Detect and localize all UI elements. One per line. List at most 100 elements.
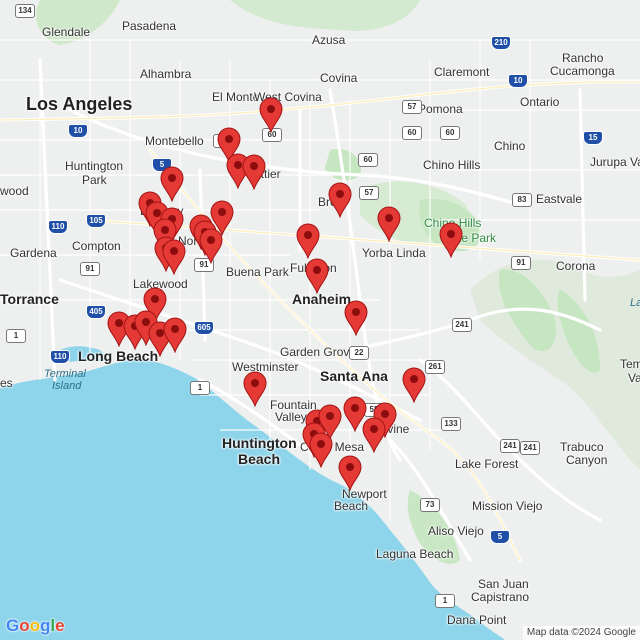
map-marker-whittier[interactable] [242,154,266,191]
map-pin-icon [296,223,320,260]
place-label-glendale: Glendale [42,25,91,39]
map-marker-long-beach[interactable] [163,317,187,354]
place-label-jurupa-valley: Jurupa Valley [590,155,640,169]
map-marker-anaheim[interactable] [305,258,329,295]
map-marker-chino-hills[interactable] [439,222,463,259]
map-marker-yorba-linda[interactable] [377,206,401,243]
route-shield-134: 134 [15,4,35,18]
map-marker-fountain-valley[interactable] [243,371,267,408]
place-label-azusa: Azusa [312,33,346,47]
map-marker-lakewood[interactable] [162,239,186,276]
place-label-capistrano: Capistrano [471,590,530,604]
map-pin-icon [242,154,266,191]
place-label-es: es [0,376,13,390]
route-shield-261: 261 [425,360,445,374]
map-marker-fullerton[interactable] [296,223,320,260]
route-shield-57: 57 [402,100,422,114]
place-label-gardena: Gardena [10,246,57,260]
map-pin-icon [160,166,184,203]
place-label-yorba-linda: Yorba Linda [362,246,426,260]
place-label-beach: Beach [334,499,369,513]
route-shield-1: 1 [435,594,455,608]
route-shield-110: 110 [50,350,70,364]
place-label-covina: Covina [320,71,358,85]
logo-letter: o [29,616,41,635]
place-label-huntington: Huntington [65,159,124,173]
place-label-long-beach: Long Beach [78,348,159,364]
route-shield-105: 105 [86,214,106,228]
place-label-lak: Lak [630,297,640,309]
map-marker-norwalk[interactable] [199,228,223,265]
place-label-anaheim: Anaheim [292,291,352,307]
map-pin-icon [309,432,333,469]
place-label-trabuco: Trabuco [560,440,604,454]
place-label-montebello: Montebello [145,134,204,148]
place-label-island: Island [52,380,82,392]
place-label-mission-viejo: Mission Viejo [472,499,543,513]
route-shield-133: 133 [441,417,461,431]
route-shield-10: 10 [68,124,88,138]
route-shield-605: 605 [194,321,214,335]
map-pin-icon [344,300,368,337]
place-label-cucamonga: Cucamonga [550,64,615,78]
place-label-canyon: Canyon [566,453,608,467]
route-shield-83: 83 [512,193,532,207]
map-pin-icon [259,97,283,134]
route-shield-91: 91 [511,256,531,270]
map-marker-downey[interactable] [160,166,184,203]
route-shield-241: 241 [520,441,540,455]
place-label-terminal: Terminal [44,368,86,380]
map-pin-icon [377,206,401,243]
route-shield-241: 241 [452,318,472,332]
place-label-claremont: Claremont [434,65,490,79]
map-marker-newport-beach[interactable] [338,455,362,492]
map-pin-icon [199,228,223,265]
map-pin-icon [328,182,352,219]
logo-letter: g [40,616,51,635]
route-shield-110: 110 [48,220,68,234]
map-pin-icon [243,371,267,408]
place-label-wood: wood [0,184,29,198]
map-canvas[interactable]: Glendale Pasadena Azusa Rancho Cucamonga Alha… [0,0,640,640]
place-label-garden-grove: Garden Grove [280,345,357,359]
google-logo: Google [6,616,65,636]
place-label-torrance: Torrance [0,291,59,307]
place-label-pasadena: Pasadena [122,19,177,33]
route-shield-1: 1 [190,381,210,395]
route-shield-91: 91 [80,262,100,276]
place-label-lake-forest: Lake Forest [455,457,519,471]
route-shield-405: 405 [86,305,106,319]
map-pin-icon [162,239,186,276]
map-pin-icon [163,317,187,354]
map-pin-icon [362,417,386,454]
route-shield-15: 15 [583,131,603,145]
route-shield-210: 210 [491,36,511,50]
park-area [230,0,420,31]
map-attribution: Map data ©2024 Google [522,626,640,640]
place-label-beach: Beach [238,451,281,467]
map-pin-icon [439,222,463,259]
map-marker-costa-mesa[interactable] [309,432,333,469]
place-label-alhambra: Alhambra [140,67,192,81]
route-shield-1: 1 [6,329,26,343]
logo-letter: o [19,616,30,635]
place-label-el-monte: El Monte [212,90,260,104]
route-shield-57: 57 [359,186,379,200]
route-shield-10: 10 [508,74,528,88]
map-marker-santa-ana[interactable] [402,367,426,404]
route-shield-60: 60 [440,126,460,140]
route-shield-60: 60 [402,126,422,140]
place-label-pomona: Pomona [418,102,463,116]
place-label-huntington: Huntington [222,435,297,451]
map-marker-whittier[interactable] [259,97,283,134]
map-marker-anaheim[interactable] [344,300,368,337]
map-marker-costa-mesa[interactable] [362,417,386,454]
place-label-laguna-beach: Laguna Beach [376,547,454,561]
route-shield-73: 73 [420,498,440,512]
place-label-los-angeles: Los Angeles [26,94,133,114]
place-label-santa-ana: Santa Ana [320,368,388,384]
map-marker-brea[interactable] [328,182,352,219]
place-label-compton: Compton [72,239,121,253]
place-label-vall: Vall [628,371,640,385]
map-pin-icon [338,455,362,492]
